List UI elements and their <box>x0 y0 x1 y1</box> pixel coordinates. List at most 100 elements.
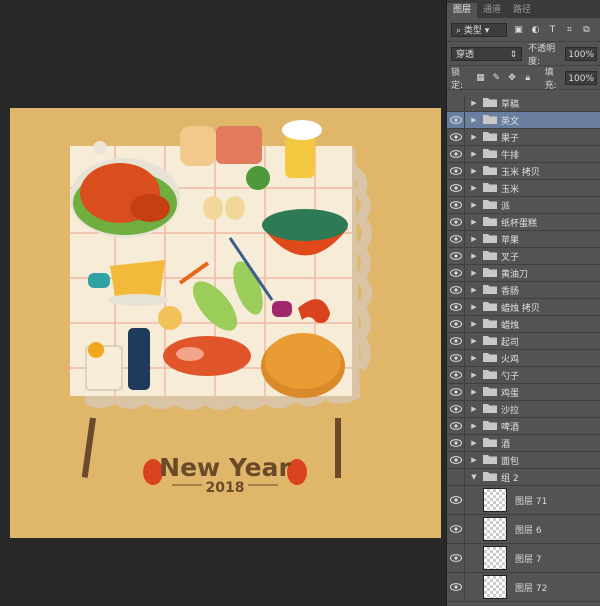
visibility-eye-icon[interactable] <box>447 349 465 367</box>
visibility-eye-icon[interactable] <box>447 281 465 299</box>
layer-group-row[interactable]: ▶ 面包 <box>447 451 600 469</box>
layer-filter-select[interactable]: ⌕ 类型 ▾ <box>451 22 507 37</box>
layer-group-row[interactable]: ▶ 草稿 <box>447 95 600 112</box>
visibility-eye-icon[interactable] <box>447 95 465 112</box>
pixel-layer-row[interactable]: 图层 6 <box>447 514 600 544</box>
expand-arrow-icon[interactable]: ▶ <box>469 201 479 209</box>
visibility-eye-icon[interactable] <box>447 572 465 602</box>
visibility-eye-icon[interactable] <box>447 468 465 486</box>
expand-arrow-icon[interactable]: ▶ <box>469 456 479 464</box>
layer-group-row[interactable]: ▶ 酒 <box>447 434 600 452</box>
expand-arrow-icon[interactable]: ▶ <box>469 184 479 192</box>
expand-arrow-icon[interactable]: ▶ <box>469 303 479 311</box>
expand-arrow-icon[interactable]: ▶ <box>469 252 479 260</box>
lock-all-icon[interactable]: 🔒︎ <box>523 72 533 83</box>
visibility-eye-icon[interactable] <box>447 383 465 401</box>
visibility-eye-icon[interactable] <box>447 451 465 469</box>
visibility-eye-icon[interactable] <box>447 298 465 316</box>
layer-group-row[interactable]: ▶ 玉米 <box>447 179 600 197</box>
expand-arrow-icon[interactable]: ▶ <box>469 354 479 362</box>
fill-field[interactable]: 100% <box>565 70 598 85</box>
expand-arrow-icon[interactable]: ▶ <box>469 99 479 107</box>
visibility-eye-icon[interactable] <box>447 264 465 282</box>
expand-arrow-icon[interactable]: ▶ <box>469 337 479 345</box>
visibility-eye-icon[interactable] <box>447 485 465 515</box>
layer-group-row[interactable]: ▶ 纸杯蛋糕 <box>447 213 600 231</box>
tab-paths[interactable]: 路径 <box>507 3 537 18</box>
visibility-eye-icon[interactable] <box>447 196 465 214</box>
lock-position-icon[interactable]: ✥ <box>507 72 517 83</box>
adjustment-filter-icon[interactable]: ◐ <box>530 24 541 35</box>
layer-group-row[interactable]: ▶ 苹果 <box>447 230 600 248</box>
layer-group-row[interactable]: ▶ 黄油刀 <box>447 264 600 282</box>
visibility-eye-icon[interactable] <box>447 417 465 435</box>
layer-group-row[interactable]: ▶ 火鸡 <box>447 349 600 367</box>
expand-arrow-icon[interactable]: ▶ <box>469 286 479 294</box>
visibility-eye-icon[interactable] <box>447 514 465 544</box>
pixel-layer-row[interactable]: 图层 71 <box>447 485 600 515</box>
lock-pixels-icon[interactable]: ✎ <box>491 72 501 83</box>
open-group-row[interactable]: ▼ 组 2 <box>447 468 600 486</box>
visibility-eye-icon[interactable] <box>447 162 465 180</box>
opacity-field[interactable]: 100% <box>565 46 597 61</box>
expand-arrow-icon[interactable]: ▶ <box>469 320 479 328</box>
layer-group-row[interactable]: ▶ 啤酒 <box>447 417 600 435</box>
expand-arrow-icon[interactable]: ▶ <box>469 405 479 413</box>
lock-transparency-icon[interactable]: ▦ <box>476 72 486 83</box>
visibility-eye-icon[interactable] <box>447 434 465 452</box>
collapse-arrow-icon[interactable]: ▼ <box>469 473 479 481</box>
visibility-eye-icon[interactable] <box>447 247 465 265</box>
visibility-eye-icon[interactable] <box>447 145 465 163</box>
layer-group-row[interactable]: ▶ 牛排 <box>447 145 600 163</box>
visibility-eye-icon[interactable] <box>447 366 465 384</box>
expand-arrow-icon[interactable]: ▶ <box>469 422 479 430</box>
text-filter-icon[interactable]: T <box>547 24 558 35</box>
visibility-eye-icon[interactable] <box>447 400 465 418</box>
visibility-eye-icon[interactable] <box>447 213 465 231</box>
expand-arrow-icon[interactable]: ▶ <box>469 218 479 226</box>
layer-group-row[interactable]: ▶ 鸡蛋 <box>447 383 600 401</box>
layer-group-row[interactable]: ▶ 叉子 <box>447 247 600 265</box>
visibility-eye-icon[interactable] <box>447 128 465 146</box>
tab-layers[interactable]: 图层 <box>447 3 478 18</box>
visibility-eye-icon[interactable] <box>447 111 465 129</box>
pixel-layer-row[interactable]: 图层 7 <box>447 543 600 573</box>
shape-filter-icon[interactable]: ⌗ <box>564 24 575 35</box>
layer-group-row[interactable]: ▶ 玉米 拷贝 <box>447 162 600 180</box>
image-filter-icon[interactable]: ▣ <box>513 24 524 35</box>
expand-arrow-icon[interactable]: ▶ <box>469 116 479 124</box>
layer-group-row[interactable]: ▶ 英文 <box>447 111 600 129</box>
layer-group-row[interactable]: ▶ 蜡烛 拷贝 <box>447 298 600 316</box>
expand-arrow-icon[interactable]: ▶ <box>469 150 479 158</box>
pixel-layer-row[interactable]: 图层 72 <box>447 572 600 602</box>
expand-arrow-icon[interactable]: ▶ <box>469 133 479 141</box>
smart-object-filter-icon[interactable]: ⧉ <box>581 24 592 35</box>
artwork-canvas[interactable]: New Year 2018 <box>10 108 441 538</box>
tab-channels[interactable]: 通道 <box>477 3 507 18</box>
layer-group-row[interactable]: ▶ 起司 <box>447 332 600 350</box>
expand-arrow-icon[interactable]: ▶ <box>469 235 479 243</box>
expand-arrow-icon[interactable]: ▶ <box>469 371 479 379</box>
layer-group-row[interactable]: ▶ 沙拉 <box>447 400 600 418</box>
expand-arrow-icon[interactable]: ▶ <box>469 388 479 396</box>
visibility-eye-icon[interactable] <box>447 332 465 350</box>
visibility-eye-icon[interactable] <box>447 315 465 333</box>
layer-thumbnail <box>483 517 507 541</box>
expand-arrow-icon[interactable]: ▶ <box>469 269 479 277</box>
layer-thumbnail <box>483 575 507 599</box>
layer-group-row[interactable]: ▶ 派 <box>447 196 600 214</box>
visibility-eye-icon[interactable] <box>447 230 465 248</box>
folder-icon <box>479 301 501 314</box>
expand-arrow-icon[interactable]: ▶ <box>469 167 479 175</box>
folder-icon <box>479 369 501 382</box>
canvas-area[interactable]: New Year 2018 <box>0 0 446 606</box>
layer-group-row[interactable]: ▶ 蜡烛 <box>447 315 600 333</box>
visibility-eye-icon[interactable] <box>447 543 465 573</box>
layer-group-row[interactable]: ▶ 果子 <box>447 128 600 146</box>
layer-group-row[interactable]: ▶ 香肠 <box>447 281 600 299</box>
layers-list[interactable]: ▶ 草稿 ▶ 英文 ▶ 果子 ▶ 牛排 ▶ 玉米 拷贝 ▶ 玉米 ▶ 派 ▶ 纸杯蛋糕 ▶ 苹果 ▶ 叉子 ▶ 黄油刀 ▶ 香… <box>447 95 600 606</box>
expand-arrow-icon[interactable]: ▶ <box>469 439 479 447</box>
blend-mode-select[interactable]: 穿透 ⇕ <box>451 46 523 61</box>
layer-group-row[interactable]: ▶ 勺子 <box>447 366 600 384</box>
visibility-eye-icon[interactable] <box>447 179 465 197</box>
